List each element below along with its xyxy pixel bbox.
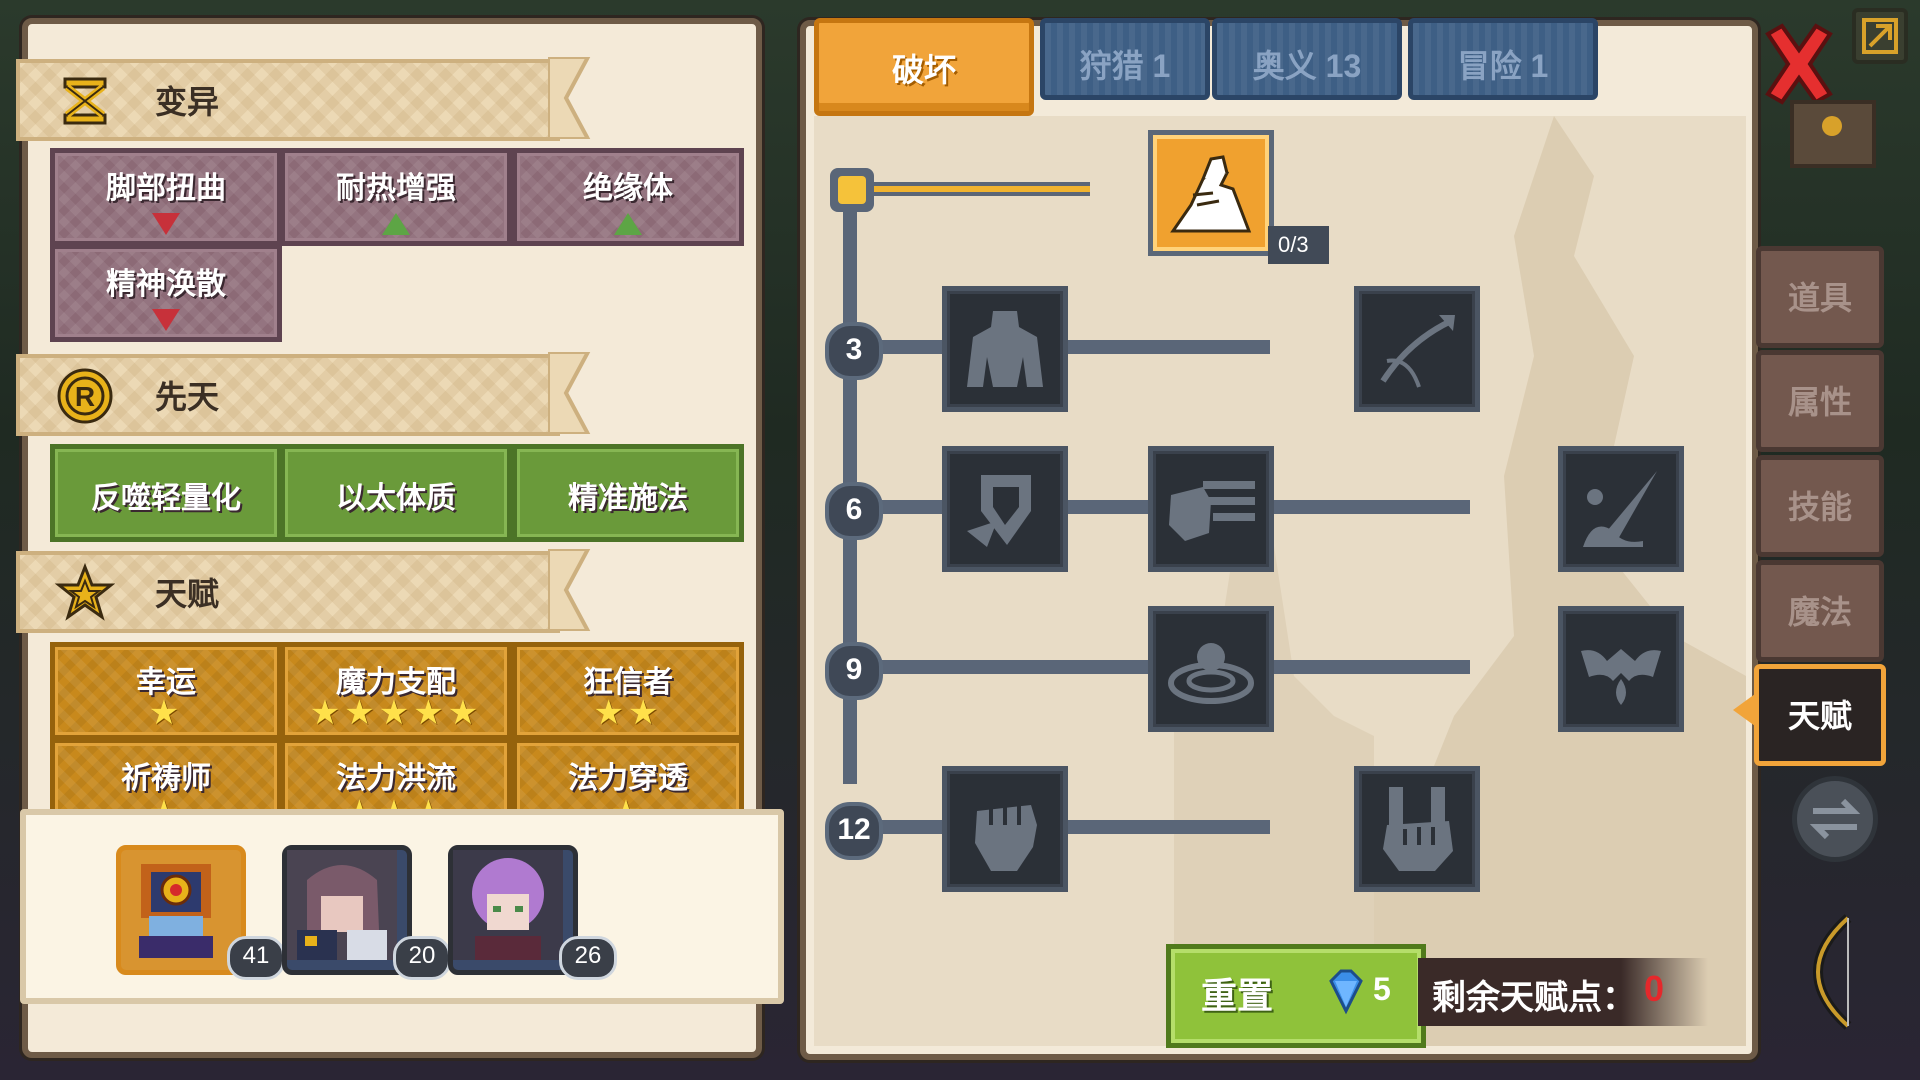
reset-cost: 5 (1373, 971, 1391, 1007)
banner-tail-decor (548, 352, 591, 434)
mutation-mind-scatter[interactable]: 精神涣散 (50, 244, 282, 342)
talent-node-muscle[interactable] (942, 286, 1068, 412)
tier-level-9: 9 (825, 642, 883, 700)
talent-node-punch[interactable] (1148, 446, 1274, 572)
brown-hair-hero-avatar (287, 850, 397, 960)
close-icon[interactable] (1760, 22, 1838, 106)
mutation-title: 变异 (155, 84, 220, 120)
ground-ring-icon (1168, 643, 1254, 704)
armored-hero-avatar (139, 864, 213, 958)
reset-talents-button[interactable]: 重置 5 (1166, 944, 1426, 1048)
splash-blade-icon (1583, 471, 1657, 547)
node-rank-label: 0/3 (1268, 226, 1329, 264)
exit-icon[interactable] (1852, 8, 1908, 64)
mutation-heat-resist[interactable]: 耐热增强 (280, 148, 512, 246)
hero-level-badge: 20 (393, 936, 451, 980)
mutation-insulator[interactable]: 绝缘体 (512, 148, 744, 246)
bat-drop-icon (1581, 649, 1661, 705)
innate-precise-cast[interactable]: 精准施法 (512, 444, 744, 542)
punch-fist-icon (1169, 481, 1255, 541)
talent-title: 天赋 (155, 576, 220, 612)
star-rating: ★ (148, 693, 184, 733)
svg-text:R: R (75, 381, 95, 412)
hero-level-badge: 41 (227, 936, 285, 980)
tree-root-node (830, 168, 874, 212)
talent-node-splash[interactable] (1558, 446, 1684, 572)
raised-fist-icon (975, 805, 1037, 871)
hero-portrait-1[interactable]: 41 (116, 845, 285, 980)
bow-weapon-icon[interactable] (1778, 912, 1878, 1032)
character-traits-panel: 变异 脚部扭曲 耐热增强 绝缘体 精神涣散 R 先天 反噬轻量化 以太体质 精准… (16, 18, 784, 1058)
star-rating: ★★ (593, 693, 663, 733)
side-tab-attributes[interactable]: 属性 (1756, 350, 1884, 452)
debuff-arrow-icon (152, 309, 180, 331)
tier-level-3: 3 (825, 322, 883, 380)
talent-tree-panel: 3 6 9 12 0/3 (800, 20, 1758, 1060)
talent-luck[interactable]: 幸运 ★ (50, 642, 282, 740)
star-rating: ★★★★★ (309, 693, 483, 733)
innate-title: 先天 (155, 379, 220, 415)
mutation-header: 变异 (16, 59, 560, 141)
dna-icon (63, 77, 107, 125)
arrow-bow-icon (1380, 315, 1455, 388)
banner-tail-decor (548, 549, 591, 631)
banner-tail-decor (548, 57, 591, 139)
talent-node-arrow[interactable] (1354, 286, 1480, 412)
talent-node-ground-ring[interactable] (1148, 606, 1274, 732)
active-tab-pointer (1733, 694, 1755, 726)
buff-arrow-icon (382, 213, 410, 235)
talent-node-raised-fist[interactable] (942, 766, 1068, 892)
mutation-foot-twist[interactable]: 脚部扭曲 (50, 148, 282, 246)
innate-header: R 先天 (16, 354, 560, 436)
tab-arcane[interactable]: 奥义 13 (1212, 18, 1402, 100)
debuff-arrow-icon (152, 213, 180, 235)
innate-backlash-light[interactable]: 反噬轻量化 (50, 444, 282, 542)
side-tab-talent[interactable]: 天赋 (1754, 664, 1886, 766)
hero-portrait-3[interactable]: 26 (448, 845, 617, 980)
hero-level-badge: 26 (559, 936, 617, 980)
talent-node-grip-fist[interactable] (1354, 766, 1480, 892)
arm-wrestle-icon (1170, 155, 1252, 233)
purple-hair-hero-avatar (453, 850, 563, 960)
hero-portrait-2[interactable]: 20 (282, 845, 451, 980)
r-medal-icon: R (57, 368, 113, 424)
side-tab-skills[interactable]: 技能 (1756, 455, 1884, 557)
side-tab-items[interactable]: 道具 (1756, 246, 1884, 348)
tier-level-6: 6 (825, 482, 883, 540)
talent-mana-control[interactable]: 魔力支配 ★★★★★ (280, 642, 512, 740)
grip-fist-icon (1383, 787, 1453, 871)
buff-arrow-icon (614, 213, 642, 235)
tier-level-12: 12 (825, 802, 883, 860)
muscle-torso-icon (967, 311, 1043, 387)
tab-adventure[interactable]: 冒险 1 (1408, 18, 1598, 100)
talent-header: 天赋 (16, 551, 560, 633)
remaining-points: 剩余天赋点： 0 (1418, 958, 1708, 1026)
chest-icon[interactable] (1790, 100, 1876, 168)
side-tab-magic[interactable]: 魔法 (1756, 560, 1884, 662)
shield-break-icon (967, 475, 1031, 547)
tab-hunting[interactable]: 狩猎 1 (1040, 18, 1210, 100)
diamond-icon (1329, 969, 1363, 1015)
talent-node-arm-wrestle[interactable] (1148, 130, 1274, 256)
star-icon (55, 563, 115, 621)
tab-destruction[interactable]: 破坏 (814, 18, 1034, 116)
swap-arrows-icon (1809, 798, 1861, 840)
talent-node-shield-break[interactable] (942, 446, 1068, 572)
talent-zealot[interactable]: 狂信者 ★★ (512, 642, 744, 740)
innate-ether-body[interactable]: 以太体质 (280, 444, 512, 542)
talent-node-bat[interactable] (1558, 606, 1684, 732)
swap-button[interactable] (1792, 776, 1878, 862)
hero-selector: 41 20 26 (20, 809, 784, 1004)
remaining-points-value: 0 (1644, 968, 1665, 1009)
talent-tree-area: 3 6 9 12 0/3 (814, 116, 1746, 1046)
